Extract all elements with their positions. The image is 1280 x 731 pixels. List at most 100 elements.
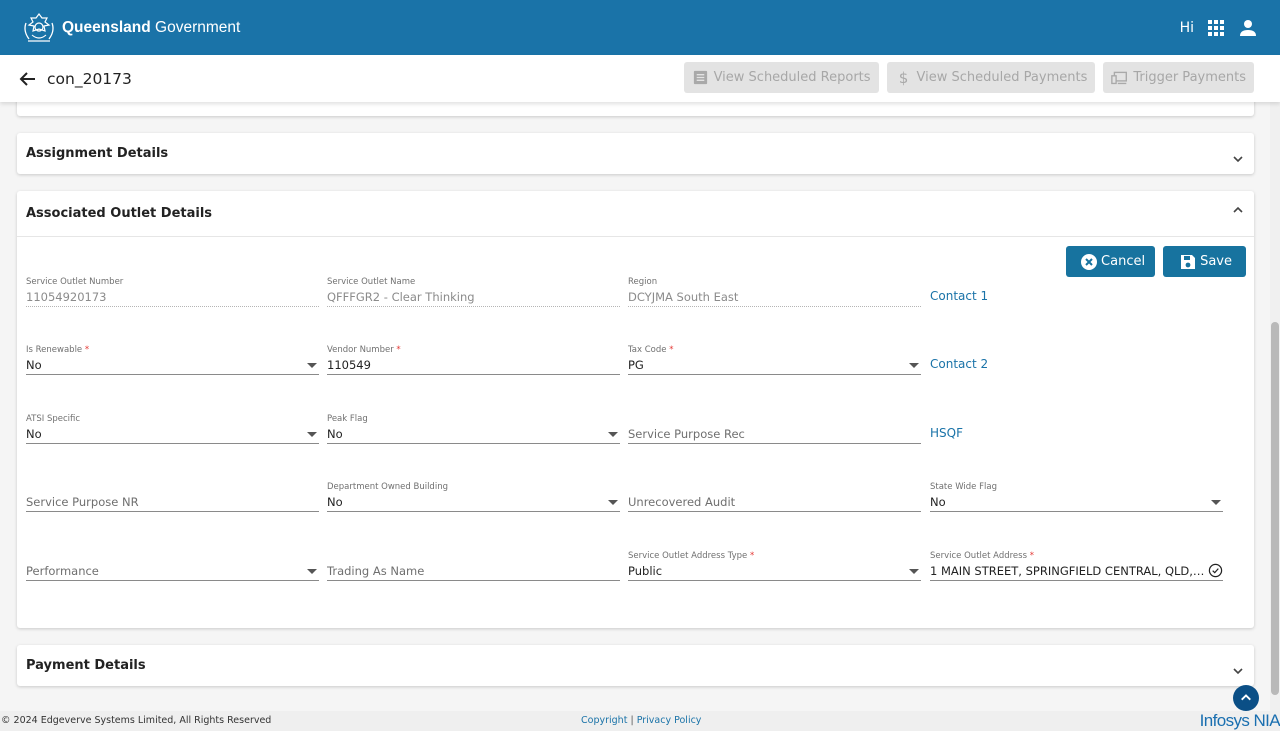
- outlet-form-actions: Cancel Save: [1066, 246, 1246, 277]
- department-owned-building-select[interactable]: No: [327, 493, 620, 512]
- dropdown-caret-icon: [909, 363, 919, 368]
- peak-flag-field[interactable]: Peak Flag No: [327, 414, 620, 444]
- peak-flag-label: Peak Flag: [327, 414, 368, 424]
- service-purpose-nr-field[interactable]: Service Purpose NR: [26, 482, 319, 512]
- collapsed-panel-top: [17, 102, 1254, 116]
- associated-outlet-details-title: Associated Outlet Details: [26, 206, 213, 221]
- scrollbar-thumb[interactable]: [1271, 322, 1279, 695]
- contact-1-link[interactable]: Contact 1: [930, 289, 988, 303]
- is-renewable-label: Is Renewable *: [26, 345, 90, 355]
- vendor-number-input[interactable]: 110549: [327, 356, 620, 375]
- service-purpose-rec-input[interactable]: Service Purpose Rec: [628, 425, 921, 444]
- is-renewable-select[interactable]: No: [26, 356, 319, 375]
- brand[interactable]: Queensland Government: [20, 11, 240, 45]
- back-arrow-icon[interactable]: [18, 69, 38, 89]
- tax-code-select[interactable]: PG: [628, 356, 921, 375]
- trading-as-name-field[interactable]: Trading As Name: [327, 551, 620, 581]
- performance-select[interactable]: Performance: [26, 562, 319, 581]
- queensland-crest-icon: [24, 12, 54, 42]
- report-icon: [693, 70, 707, 85]
- scroll-to-top-button[interactable]: [1233, 685, 1259, 711]
- assignment-details-header[interactable]: Assignment Details: [17, 133, 1254, 174]
- service-outlet-address-type-field[interactable]: Service Outlet Address Type * Public: [628, 551, 921, 581]
- chevron-up-icon[interactable]: [1231, 203, 1245, 217]
- service-outlet-address-type-select[interactable]: Public: [628, 562, 921, 581]
- unrecovered-audit-input[interactable]: Unrecovered Audit: [628, 493, 921, 512]
- dropdown-caret-icon: [909, 569, 919, 574]
- service-purpose-rec-field[interactable]: Service Purpose Rec: [628, 414, 921, 444]
- view-scheduled-reports-label: View Scheduled Reports: [713, 70, 871, 85]
- service-outlet-number-field: Service Outlet Number 11054920173: [26, 277, 319, 307]
- page-title: con_20173: [47, 69, 132, 88]
- footer-separator: |: [630, 715, 634, 726]
- tax-code-label: Tax Code *: [628, 345, 674, 355]
- chevron-down-icon[interactable]: [1231, 664, 1245, 678]
- atsi-specific-select[interactable]: No: [26, 425, 319, 444]
- view-scheduled-payments-button[interactable]: $ View Scheduled Payments: [886, 62, 1096, 93]
- performance-field[interactable]: Performance: [26, 551, 319, 581]
- associated-outlet-details-panel: Associated Outlet Details Cancel Save Se…: [17, 191, 1254, 628]
- service-outlet-address-input[interactable]: 1 MAIN STREET, SPRINGFIELD CENTRAL, QLD,…: [930, 562, 1223, 581]
- dollar-icon: $: [898, 69, 908, 86]
- view-scheduled-reports-button[interactable]: View Scheduled Reports: [683, 62, 879, 93]
- top-right-tools: Hi: [1180, 0, 1258, 55]
- payment-details-title: Payment Details: [26, 658, 146, 673]
- apps-grid-icon[interactable]: [1208, 19, 1224, 36]
- copyright-link[interactable]: Copyright: [581, 715, 627, 726]
- service-outlet-address-type-label: Service Outlet Address Type *: [628, 551, 755, 561]
- hsqf-link[interactable]: HSQF: [930, 426, 963, 440]
- dropdown-caret-icon: [608, 432, 618, 437]
- vendor-number-field[interactable]: Vendor Number * 110549: [327, 345, 620, 375]
- service-outlet-name-field: Service Outlet Name QFFFGR2 - Clear Thin…: [327, 277, 620, 307]
- trigger-payments-button[interactable]: Trigger Payments: [1103, 62, 1254, 93]
- content-area: Assignment Details Associated Outlet Det…: [0, 102, 1270, 711]
- payment-details-panel[interactable]: Payment Details: [17, 645, 1254, 686]
- atsi-specific-label: ATSI Specific: [26, 414, 81, 424]
- assignment-details-panel[interactable]: Assignment Details: [17, 133, 1254, 174]
- cancel-button[interactable]: Cancel: [1066, 246, 1156, 277]
- assignment-details-title: Assignment Details: [26, 146, 169, 161]
- tax-code-field[interactable]: Tax Code * PG: [628, 345, 921, 375]
- chevron-up-icon: [1241, 694, 1251, 701]
- contact-2-link[interactable]: Contact 2: [930, 357, 988, 371]
- payment-details-header[interactable]: Payment Details: [17, 645, 1254, 686]
- dropdown-caret-icon: [307, 363, 317, 368]
- chevron-down-icon[interactable]: [1231, 152, 1245, 166]
- state-wide-flag-field[interactable]: State Wide Flag No: [930, 482, 1223, 512]
- dropdown-caret-icon: [1211, 500, 1221, 505]
- service-outlet-address-field[interactable]: Service Outlet Address * 1 MAIN STREET, …: [930, 551, 1223, 581]
- top-app-bar: Queensland Government Hi: [0, 0, 1280, 55]
- brand-name: Queensland Government: [62, 18, 241, 36]
- dropdown-caret-icon: [307, 569, 317, 574]
- state-wide-flag-select[interactable]: No: [930, 493, 1223, 512]
- trigger-payments-label: Trigger Payments: [1133, 70, 1246, 85]
- save-floppy-icon: [1181, 254, 1196, 269]
- department-owned-building-label: Department Owned Building: [327, 482, 448, 492]
- unrecovered-audit-field[interactable]: Unrecovered Audit: [628, 482, 921, 512]
- service-outlet-number-value: 11054920173: [26, 288, 319, 307]
- dropdown-caret-icon: [608, 500, 618, 505]
- service-purpose-nr-input[interactable]: Service Purpose NR: [26, 493, 319, 512]
- region-label: Region: [628, 277, 658, 287]
- greeting-text: Hi: [1179, 19, 1194, 36]
- svg-text:$: $: [898, 69, 908, 86]
- header-actions: View Scheduled Reports $ View Scheduled …: [683, 62, 1254, 93]
- check-circle-icon[interactable]: [1208, 563, 1223, 578]
- view-scheduled-payments-label: View Scheduled Payments: [916, 70, 1088, 85]
- page-header: con_20173 View Scheduled Reports $ View …: [0, 55, 1280, 102]
- dropdown-caret-icon: [307, 432, 317, 437]
- cancel-label: Cancel: [1101, 254, 1146, 269]
- peak-flag-select[interactable]: No: [327, 425, 620, 444]
- service-outlet-address-label: Service Outlet Address *: [930, 551, 1034, 561]
- cancel-circle-icon: [1081, 253, 1098, 270]
- department-owned-building-field[interactable]: Department Owned Building No: [327, 482, 620, 512]
- save-button[interactable]: Save: [1163, 246, 1246, 277]
- atsi-specific-field[interactable]: ATSI Specific No: [26, 414, 319, 444]
- user-icon[interactable]: [1238, 18, 1258, 38]
- is-renewable-field[interactable]: Is Renewable * No: [26, 345, 319, 375]
- privacy-policy-link[interactable]: Privacy Policy: [637, 715, 702, 726]
- save-label: Save: [1200, 254, 1232, 269]
- trading-as-name-input[interactable]: Trading As Name: [327, 562, 620, 581]
- associated-outlet-details-header[interactable]: Associated Outlet Details: [17, 191, 1254, 237]
- region-field: Region DCYJMA South East: [628, 277, 921, 307]
